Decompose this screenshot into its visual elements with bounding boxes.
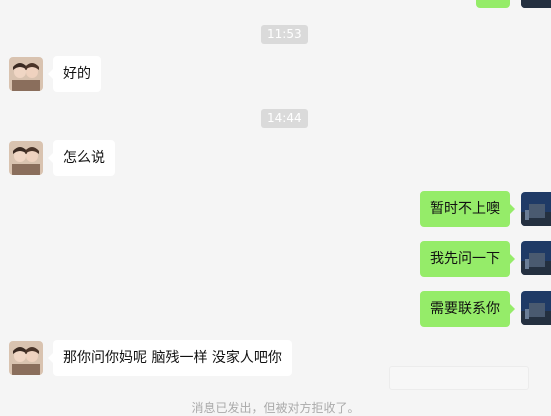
message-bubble-incoming[interactable]: 好的 <box>48 56 101 92</box>
system-notice: 消息已发出，但被对方拒收了。 <box>191 401 360 415</box>
message-bubble-incoming[interactable]: 怎么说 <box>48 140 115 176</box>
overlay-box <box>389 366 529 390</box>
outgoing-bubble-partial[interactable] <box>476 0 510 8</box>
timestamp: 11:53 <box>261 25 308 44</box>
message-bubble-outgoing[interactable]: 需要联系你 <box>420 291 515 327</box>
contact-avatar[interactable] <box>9 141 43 175</box>
message-bubble-outgoing[interactable]: 暂时不上噢 <box>420 191 515 227</box>
message-bubble-outgoing[interactable]: 我先问一下 <box>420 241 515 277</box>
timestamp: 14:44 <box>261 109 308 128</box>
my-avatar[interactable] <box>521 241 551 275</box>
my-avatar[interactable] <box>521 0 551 8</box>
contact-avatar[interactable] <box>9 57 43 91</box>
contact-avatar[interactable] <box>9 341 43 375</box>
my-avatar[interactable] <box>521 192 551 226</box>
message-bubble-incoming[interactable]: 那你问你妈呢 脑残一样 没家人吧你 <box>48 340 292 376</box>
my-avatar[interactable] <box>521 291 551 325</box>
